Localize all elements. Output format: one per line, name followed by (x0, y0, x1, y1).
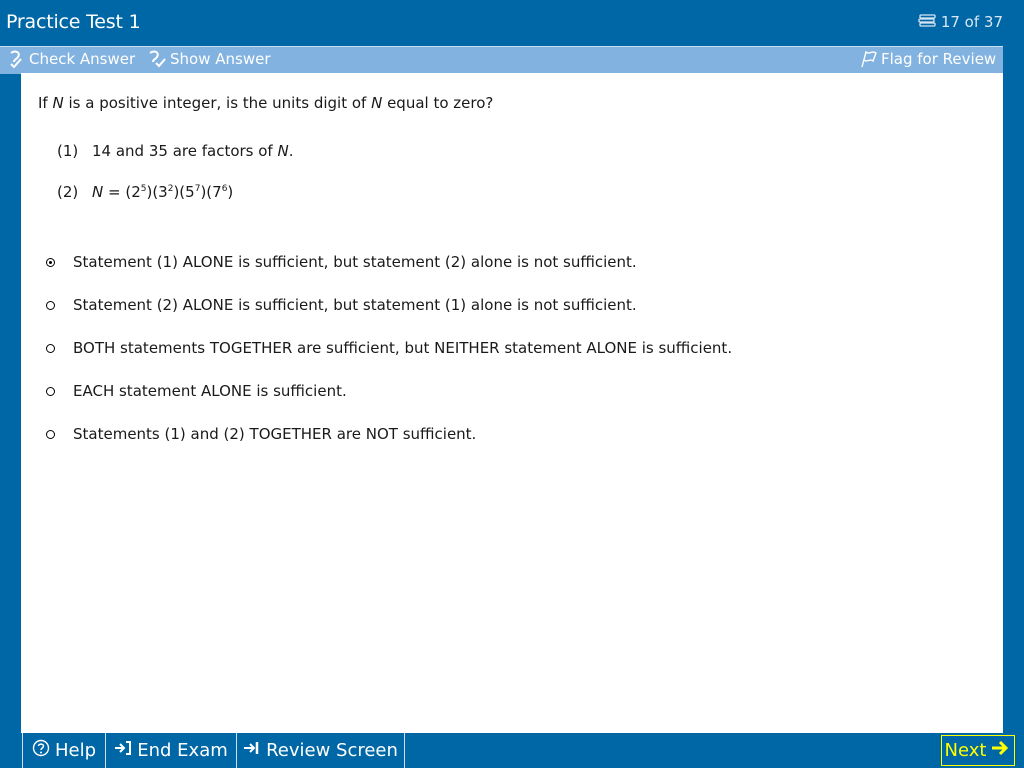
statement-2: (2) N = (25)(32)(57)(76) (57, 183, 233, 201)
answer-option-4[interactable]: EACH statement ALONE is sufficient. (46, 382, 347, 400)
end-exam-label: End Exam (137, 740, 228, 761)
radio-button[interactable] (46, 300, 55, 310)
statement-number: (1) (57, 142, 79, 160)
radio-button[interactable] (46, 386, 55, 396)
answer-option-label: Statement (2) ALONE is sufficient, but s… (73, 296, 637, 314)
review-screen-label: Review Screen (266, 740, 398, 761)
arrow-right-icon (991, 739, 1011, 762)
variable-n: N (52, 94, 64, 112)
statement-equation: N = (25)(32)(57)(76) (92, 183, 234, 201)
answer-option-label: BOTH statements TOGETHER are sufficient,… (73, 339, 733, 357)
check-answer-label: Check Answer (29, 50, 136, 68)
answer-option-2[interactable]: Statement (2) ALONE is sufficient, but s… (46, 296, 637, 314)
question-stem: If N is a positive integer, is the units… (38, 94, 494, 112)
bottom-navigation-bar: Help End Exam Review Screen Next (0, 733, 1024, 768)
title-bar: Practice Test 1 17 of 37 (0, 0, 1024, 45)
flag-for-review-button[interactable]: Flag for Review (859, 50, 996, 68)
answer-option-label: EACH statement ALONE is sufficient. (73, 382, 347, 400)
radio-button-selected[interactable] (46, 257, 55, 267)
show-answer-label: Show Answer (170, 50, 271, 68)
help-button[interactable]: Help (22, 733, 105, 768)
end-exam-button[interactable]: End Exam (105, 733, 236, 768)
list-icon (918, 13, 936, 31)
counter-text: 17 of 37 (940, 13, 1003, 31)
check-answer-button[interactable]: Check Answer (9, 50, 135, 68)
show-answer-button[interactable]: Show Answer (148, 50, 271, 68)
next-label: Next (944, 740, 987, 761)
radio-button[interactable] (46, 429, 55, 439)
help-icon (32, 739, 50, 762)
statement-1: (1) 14 and 35 are factors of N. (57, 142, 294, 160)
review-screen-icon (243, 740, 261, 761)
page-title: Practice Test 1 (6, 11, 141, 33)
answer-option-5[interactable]: Statements (1) and (2) TOGETHER are NOT … (46, 425, 476, 443)
question-counter: 17 of 37 (918, 13, 1003, 31)
answer-option-3[interactable]: BOTH statements TOGETHER are sufficient,… (46, 339, 732, 357)
end-exam-icon (114, 740, 132, 761)
toolbar: Check Answer Show Answer Flag for Review (0, 46, 1003, 74)
help-label: Help (54, 740, 97, 761)
flag-icon (859, 50, 877, 68)
statement-number: (2) (57, 183, 79, 201)
answer-option-label: Statements (1) and (2) TOGETHER are NOT … (73, 425, 477, 443)
show-answer-icon (148, 50, 166, 68)
radio-button[interactable] (46, 343, 55, 353)
statement-text: 14 and 35 are factors of N. (92, 142, 294, 160)
question-panel: If N is a positive integer, is the units… (21, 73, 1003, 733)
next-button[interactable]: Next (941, 735, 1015, 766)
variable-n: N (371, 94, 383, 112)
answer-option-label: Statement (1) ALONE is sufficient, but s… (73, 253, 637, 271)
check-answer-icon (9, 50, 25, 68)
answer-option-1[interactable]: Statement (1) ALONE is sufficient, but s… (46, 253, 637, 271)
flag-for-review-label: Flag for Review (881, 50, 997, 68)
review-screen-button[interactable]: Review Screen (236, 733, 405, 768)
